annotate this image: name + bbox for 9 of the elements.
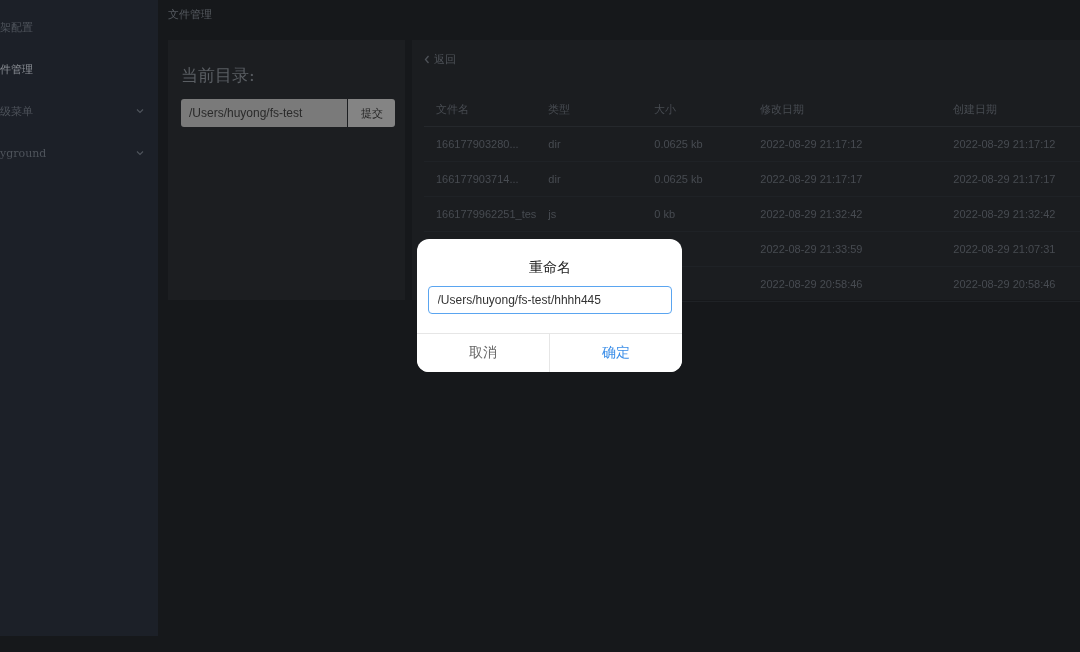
panel-title: 当前目录:: [181, 64, 255, 87]
path-field[interactable]: /Users/huyong/fs-test: [181, 99, 347, 127]
confirm-button[interactable]: 确定: [549, 334, 682, 372]
dialog-title: 重命名: [528, 259, 571, 277]
submit-button[interactable]: 提交: [348, 99, 395, 127]
rename-field[interactable]: /Users/huyong/fs-test/hhhh445: [427, 286, 672, 314]
chevron-left-icon: [424, 55, 430, 64]
breadcrumb: 文件管理: [168, 7, 212, 22]
sidebar-item[interactable]: 件管理: [0, 48, 158, 90]
